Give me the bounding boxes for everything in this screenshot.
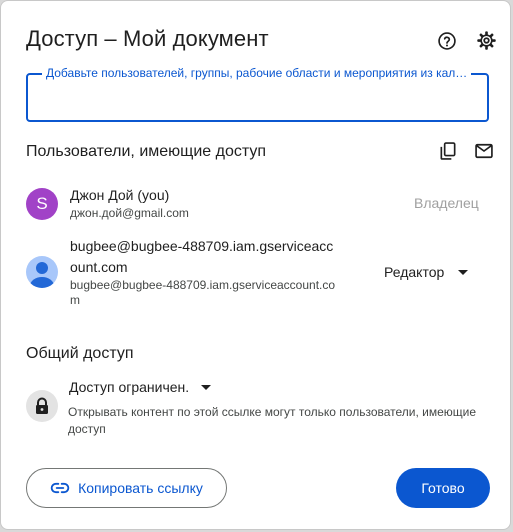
person-name-line2: ount.com	[70, 259, 128, 275]
person-name-line1: bugbee@bugbee-488709.iam.gserviceacc	[70, 238, 334, 254]
person-email-line2: m	[70, 293, 80, 307]
general-access-description: Открывать контент по этой ссылке могут т…	[68, 405, 477, 436]
help-icon[interactable]	[435, 29, 459, 53]
lock-icon	[26, 390, 58, 422]
copy-link-label: Копировать ссылку	[78, 480, 203, 496]
role-dropdown[interactable]: Редактор	[384, 264, 469, 280]
role-owner-label: Владелец	[414, 195, 479, 211]
link-icon	[50, 478, 70, 498]
person-email: джон.дой@gmail.com	[70, 206, 189, 220]
general-access-title: Общий доступ	[26, 345, 134, 362]
role-dropdown-label: Редактор	[384, 264, 445, 280]
person-name: Джон Дой (you)	[70, 187, 170, 203]
person-email-line1: bugbee@bugbee-488709.iam.gserviceaccount…	[70, 278, 336, 292]
generic-user-icon	[26, 256, 58, 288]
add-people-input[interactable]	[40, 95, 474, 119]
copy-icon[interactable]	[436, 139, 460, 163]
people-section-title: Пользователи, имеющие доступ	[26, 143, 267, 160]
done-button[interactable]: Готово	[396, 468, 490, 508]
copy-link-button[interactable]: Копировать ссылку	[26, 468, 227, 508]
gear-icon[interactable]	[474, 28, 498, 52]
share-dialog: Доступ – Мой документ Добавьте пользоват…	[0, 0, 511, 530]
add-people-placeholder: Добавьте пользователей, группы, рабочие …	[42, 66, 472, 80]
general-access-dropdown[interactable]: Доступ ограничен.	[69, 379, 212, 395]
avatar: S	[26, 188, 58, 220]
chevron-down-icon	[201, 384, 212, 390]
chevron-down-icon	[458, 269, 469, 275]
add-people-field[interactable]: Добавьте пользователей, группы, рабочие …	[26, 66, 489, 122]
general-access-selected: Доступ ограничен.	[69, 379, 190, 395]
dialog-title: Доступ – Мой документ	[26, 26, 269, 51]
mail-icon[interactable]	[472, 139, 496, 163]
